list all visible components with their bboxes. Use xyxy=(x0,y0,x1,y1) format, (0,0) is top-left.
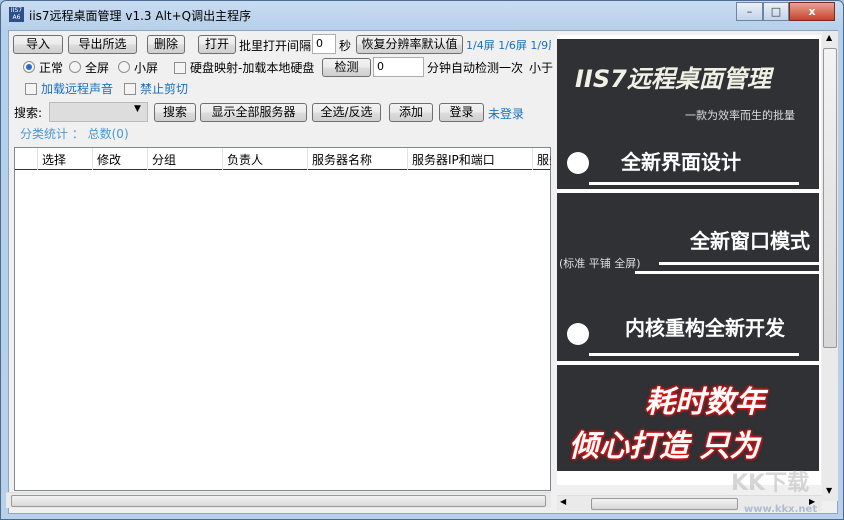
screen-split-links[interactable]: 1/4屏 1/6屏 1/9屏 xyxy=(466,37,551,53)
column-edit[interactable]: 修改 xyxy=(97,151,121,168)
promo-panel: IIS7远程桌面管理 一款为效率而生的批量 全新界面设计 全新窗口模式 (标准 … xyxy=(557,35,821,485)
scroll-thumb[interactable] xyxy=(591,498,738,510)
disable-clipboard-checkbox[interactable] xyxy=(124,83,136,95)
app-window: IIS7 A6 iis7远程桌面管理 v1.3 Alt+Q调出主程序 – □ x… xyxy=(0,0,844,520)
feature-2: 全新窗口模式 xyxy=(690,229,810,253)
banner-title: IIS7远程桌面管理 xyxy=(575,65,771,93)
fullscreen-radio[interactable] xyxy=(69,61,81,73)
column-more[interactable]: 服务 xyxy=(537,151,551,168)
app-icon: IIS7 A6 xyxy=(9,7,24,22)
select-toggle-button[interactable]: 全选/反选 xyxy=(312,103,381,122)
column-owner[interactable]: 负责人 xyxy=(227,151,263,168)
fullscreen-label: 全屏 xyxy=(85,61,110,75)
column-select[interactable]: 选择 xyxy=(42,151,66,168)
column-server-name[interactable]: 服务器名称 xyxy=(312,151,372,168)
disable-clipboard-label: 禁止剪切 xyxy=(140,82,189,96)
feature-1: 全新界面设计 xyxy=(621,150,741,174)
close-button[interactable]: x xyxy=(789,2,835,21)
export-selected-button[interactable]: 导出所选 xyxy=(68,35,137,54)
category-stats: 分类统计 ： 总数(0) xyxy=(20,127,129,141)
watermark-logo: KK下载 xyxy=(731,471,810,496)
scroll-thumb[interactable] xyxy=(11,495,546,507)
feature-3: 内核重构全新开发 xyxy=(625,316,785,340)
small-radio[interactable] xyxy=(118,61,130,73)
banner-features: 全新窗口模式 (标准 平铺 全屏) 内核重构全新开发 xyxy=(557,193,819,361)
feature-2-note: (标准 平铺 全屏) xyxy=(559,257,641,270)
normal-label: 正常 xyxy=(39,61,64,75)
banner-subtitle: 一款为效率而生的批量 xyxy=(685,109,795,122)
table-header: 选择 修改 分组 负责人 服务器名称 服务器IP和端口 服务 xyxy=(15,148,551,170)
load-sound-label: 加载远程声音 xyxy=(41,82,114,96)
search-button[interactable]: 搜索 xyxy=(154,103,196,122)
normal-radio[interactable] xyxy=(23,61,35,73)
server-table: 选择 修改 分组 负责人 服务器名称 服务器IP和端口 服务 xyxy=(14,147,551,491)
auto-detect-input[interactable]: 0 xyxy=(373,57,424,77)
login-button[interactable]: 登录 xyxy=(439,103,484,122)
banner-slogan: 耗时数年 倾心打造 只为 xyxy=(557,365,819,471)
column-group[interactable]: 分组 xyxy=(152,151,176,168)
minimize-button[interactable]: – xyxy=(736,2,763,21)
show-all-servers-button[interactable]: 显示全部服务器 xyxy=(200,103,307,122)
client-area: 导入 导出所选 删除 打开 批里打开间隔 0 秒 恢复分辨率默认值 1/4屏 1… xyxy=(6,30,838,515)
auto-detect-label: 分钟自动检测一次 xyxy=(427,61,524,75)
bullet-icon xyxy=(567,152,589,174)
bullet-icon xyxy=(567,323,589,345)
banner-intro: IIS7远程桌面管理 一款为效率而生的批量 全新界面设计 xyxy=(557,39,819,189)
slogan-2: 倾心打造 只为 xyxy=(569,429,760,464)
disk-mapping-label: 硬盘映射-加载本地硬盘 xyxy=(190,61,315,75)
window-title: iis7远程桌面管理 v1.3 Alt+Q调出主程序 xyxy=(29,9,252,23)
disk-mapping-checkbox[interactable] xyxy=(174,62,186,74)
add-button[interactable]: 添加 xyxy=(389,103,433,122)
scroll-left-icon[interactable]: ◀ xyxy=(560,497,566,506)
search-label: 搜索: xyxy=(14,106,43,120)
detect-button[interactable]: 检测 xyxy=(322,58,371,77)
load-sound-checkbox[interactable] xyxy=(25,83,37,95)
promo-vertical-scrollbar[interactable]: ▲ ▼ xyxy=(822,31,838,501)
import-button[interactable]: 导入 xyxy=(13,35,63,54)
maximize-button[interactable]: □ xyxy=(763,2,789,21)
table-horizontal-scrollbar[interactable] xyxy=(6,492,551,508)
seconds-label: 秒 xyxy=(339,39,352,53)
less-than-label: 小于 xyxy=(529,61,554,75)
scroll-thumb[interactable] xyxy=(823,48,837,348)
watermark-url: www.kkx.net xyxy=(744,504,818,515)
batch-interval-input[interactable]: 0 xyxy=(312,34,336,54)
delete-button[interactable]: 删除 xyxy=(147,35,185,54)
column-server-ip[interactable]: 服务器IP和端口 xyxy=(412,151,495,168)
batch-interval-label: 批里打开间隔 xyxy=(239,39,312,53)
chevron-down-icon[interactable]: ▼ xyxy=(134,104,141,114)
scroll-down-icon[interactable]: ▼ xyxy=(826,486,832,495)
login-status: 未登录 xyxy=(488,107,525,121)
restore-resolution-button[interactable]: 恢复分辨率默认值 xyxy=(356,35,463,54)
scroll-up-icon[interactable]: ▲ xyxy=(826,33,832,42)
small-label: 小屏 xyxy=(134,61,159,75)
slogan-1: 耗时数年 xyxy=(645,385,765,420)
open-button[interactable]: 打开 xyxy=(198,35,236,54)
